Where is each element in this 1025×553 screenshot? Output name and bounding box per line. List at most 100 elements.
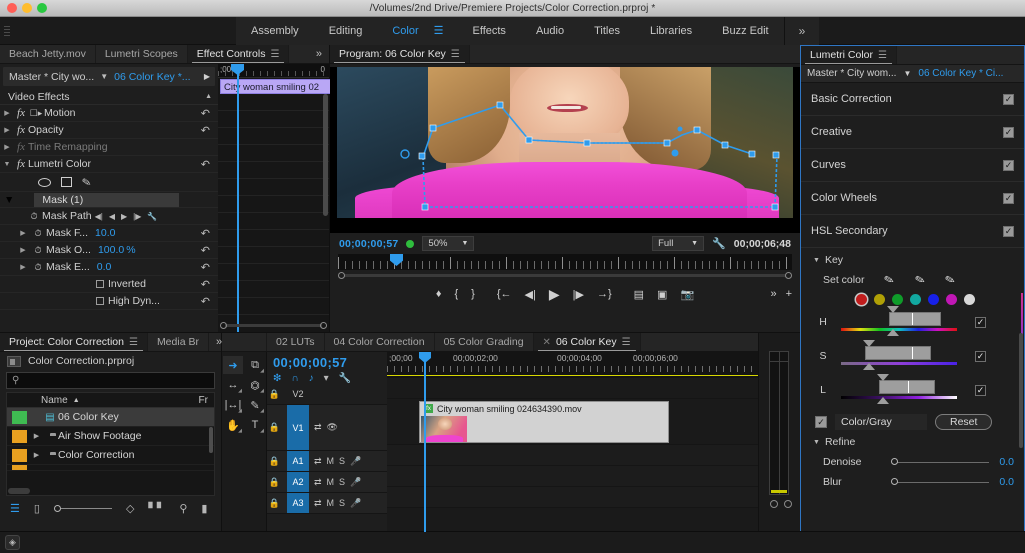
workspace-tab-color[interactable]: Color	[377, 17, 433, 45]
track-header-a2[interactable]: 🔒 A2 ⇄ M S 🎤	[267, 472, 387, 493]
chevron-down-icon[interactable]: ▼	[903, 69, 911, 78]
type-tool[interactable]: T ◢	[245, 416, 265, 434]
section-enable-checkbox[interactable]: ✓	[1003, 159, 1014, 171]
swatch-green[interactable]	[892, 294, 903, 305]
track-row-a1[interactable]	[387, 445, 800, 466]
luma-range-control[interactable]	[835, 374, 963, 405]
play-mask-icon[interactable]: ▶	[121, 212, 127, 221]
program-current-timecode[interactable]: 00;00;00;57	[339, 238, 398, 250]
meter-solo-left-button[interactable]	[770, 500, 778, 508]
marker-icon[interactable]: ▾	[324, 373, 329, 384]
timeline-settings-icon[interactable]: 🔧	[339, 373, 351, 384]
disclosure-triangle-icon[interactable]: ▶	[16, 263, 30, 271]
more-options-icon[interactable]: »	[770, 288, 776, 300]
audio-meter-display[interactable]	[769, 351, 789, 495]
mute-track-icon[interactable]: M	[327, 498, 335, 508]
track-name[interactable]: A3	[287, 493, 309, 513]
disclosure-triangle-icon[interactable]: ▶	[0, 126, 14, 134]
go-to-in-icon[interactable]: {←	[497, 288, 512, 300]
luma-lower-handle[interactable]	[877, 397, 889, 404]
track-header-a1[interactable]: 🔒 A1 ⇄ M S 🎤	[267, 451, 387, 472]
stopwatch-icon[interactable]: ⏱	[30, 262, 46, 273]
saturation-enable-checkbox[interactable]: ✓	[975, 350, 986, 362]
track-name[interactable]: V1	[287, 405, 309, 450]
disclosure-triangle-icon[interactable]: ▶	[31, 451, 42, 459]
track-output-eye-icon[interactable]: 👁	[327, 422, 338, 433]
disclosure-triangle-icon[interactable]: ▼	[0, 161, 14, 168]
step-forward-icon[interactable]: |▶	[573, 288, 584, 301]
tab-media-browser[interactable]: Media Br	[148, 333, 209, 351]
collapse-caret-icon[interactable]: ▲	[205, 93, 218, 100]
hue-upper-handle[interactable]	[887, 306, 899, 313]
reset-icon[interactable]: ↶	[201, 227, 218, 240]
stopwatch-icon[interactable]: ⏱	[26, 211, 42, 222]
search-input[interactable]	[23, 375, 164, 386]
playback-quality-dropdown[interactable]: Full ▼	[652, 236, 705, 251]
project-horizontal-scrollbar[interactable]	[8, 488, 30, 494]
high-dynamic-row[interactable]: High Dyn... ↶	[0, 293, 218, 310]
list-view-icon[interactable]: ☰	[10, 502, 20, 515]
track-name[interactable]: A2	[287, 472, 309, 492]
marker-icon[interactable]: ♦	[436, 288, 442, 300]
luma-enable-checkbox[interactable]: ✓	[975, 384, 986, 396]
reset-icon[interactable]: ↶	[201, 107, 218, 120]
sync-lock-icon[interactable]: ⇄	[314, 498, 322, 509]
swatch-cyan[interactable]	[910, 294, 921, 305]
go-to-out-icon[interactable]: →}	[597, 288, 612, 300]
hue-enable-checkbox[interactable]: ✓	[975, 316, 986, 328]
effect-controls-timeline[interactable]: ;00;00 0 City woman smiling 02	[218, 64, 340, 332]
track-row-v1[interactable]: fx City woman smiling 024634390.mov	[387, 399, 800, 445]
disclosure-triangle-icon[interactable]: ▶	[31, 432, 42, 440]
saturation-upper-handle[interactable]	[863, 340, 875, 347]
track-row-a3[interactable]	[387, 487, 800, 508]
swatch-white[interactable]	[964, 294, 975, 305]
solo-track-icon[interactable]: S	[339, 498, 345, 508]
list-item[interactable]: ▤ 06 Color Key	[7, 408, 214, 427]
step-back-icon[interactable]: ◀|	[525, 288, 536, 301]
creative-cloud-icon[interactable]: ◈	[5, 535, 20, 550]
panel-menu-icon[interactable]: ☰	[451, 49, 460, 60]
track-header-a3[interactable]: 🔒 A3 ⇄ M S 🎤	[267, 493, 387, 514]
eyedropper-subtract-icon[interactable]: ✎	[943, 272, 956, 288]
track-row-a2[interactable]	[387, 466, 800, 487]
property-value[interactable]: 100.0	[98, 244, 124, 256]
denoise-slider[interactable]	[889, 457, 989, 467]
pen-mask-icon[interactable]: ✎	[81, 175, 92, 189]
section-color-wheels[interactable]: Color Wheels ✓	[801, 182, 1024, 215]
mic-icon[interactable]: 🎤	[350, 477, 361, 488]
property-value[interactable]: 0.0	[97, 261, 112, 273]
timeline-clip[interactable]: fx City woman smiling 024634390.mov	[419, 401, 669, 443]
effect-row-motion[interactable]: ▶ fx ☐▸ Motion ↶	[0, 105, 218, 122]
tab-lumetri-scopes[interactable]: Lumetri Scopes	[96, 45, 188, 63]
disclosure-triangle-icon[interactable]: ▶	[16, 229, 30, 237]
eyedropper-icon[interactable]: ✎	[883, 272, 896, 288]
lumetri-clip-selector[interactable]: Master * City wom... ▼ 06 Color Key * Ci…	[801, 65, 1024, 83]
section-enable-checkbox[interactable]: ✓	[1003, 192, 1014, 204]
mask-inverted-row[interactable]: Inverted ↶	[0, 276, 218, 293]
reset-icon[interactable]: ↶	[201, 278, 218, 291]
new-item-icon[interactable]: ▮	[201, 502, 207, 515]
sync-lock-icon[interactable]: ⇄	[314, 477, 322, 488]
lift-icon[interactable]: ▤	[634, 288, 644, 301]
swatch-blue[interactable]	[928, 294, 939, 305]
lock-icon[interactable]: 🔒	[267, 422, 282, 433]
workspace-tab-editing[interactable]: Editing	[314, 17, 378, 45]
hand-tool[interactable]: ✋ ◢	[223, 416, 243, 435]
lock-icon[interactable]: 🔒	[267, 389, 282, 400]
section-basic-correction[interactable]: Basic Correction ✓	[801, 83, 1024, 116]
disclosure-triangle-icon[interactable]: ▶	[16, 246, 30, 254]
column-frame[interactable]: Fr	[199, 395, 214, 406]
workspace-tab-libraries[interactable]: Libraries	[635, 17, 707, 45]
section-enable-checkbox[interactable]: ✓	[1003, 225, 1014, 237]
lock-icon[interactable]: 🔒	[267, 477, 282, 488]
list-item[interactable]: ▶ Color Correction	[7, 446, 214, 465]
list-item-partial[interactable]	[7, 465, 214, 471]
go-to-next-keyframe-icon[interactable]: |▶	[133, 212, 141, 221]
timeline-track-area[interactable]: ;00;00 00;00;02;00 00;00;04;00 00;00;06;…	[387, 352, 800, 532]
timeline-ruler[interactable]: ;00;00 00;00;02;00 00;00;04;00 00;00;06;…	[387, 352, 800, 378]
reset-icon[interactable]: ↶	[201, 124, 218, 137]
icon-view-icon[interactable]: ▯	[34, 502, 40, 515]
tab-lumetri-color[interactable]: Lumetri Color ☰	[801, 46, 897, 64]
tab-effect-controls[interactable]: Effect Controls ☰	[187, 45, 290, 63]
effect-row-time-remapping[interactable]: ▶ fx Time Remapping	[0, 139, 218, 156]
